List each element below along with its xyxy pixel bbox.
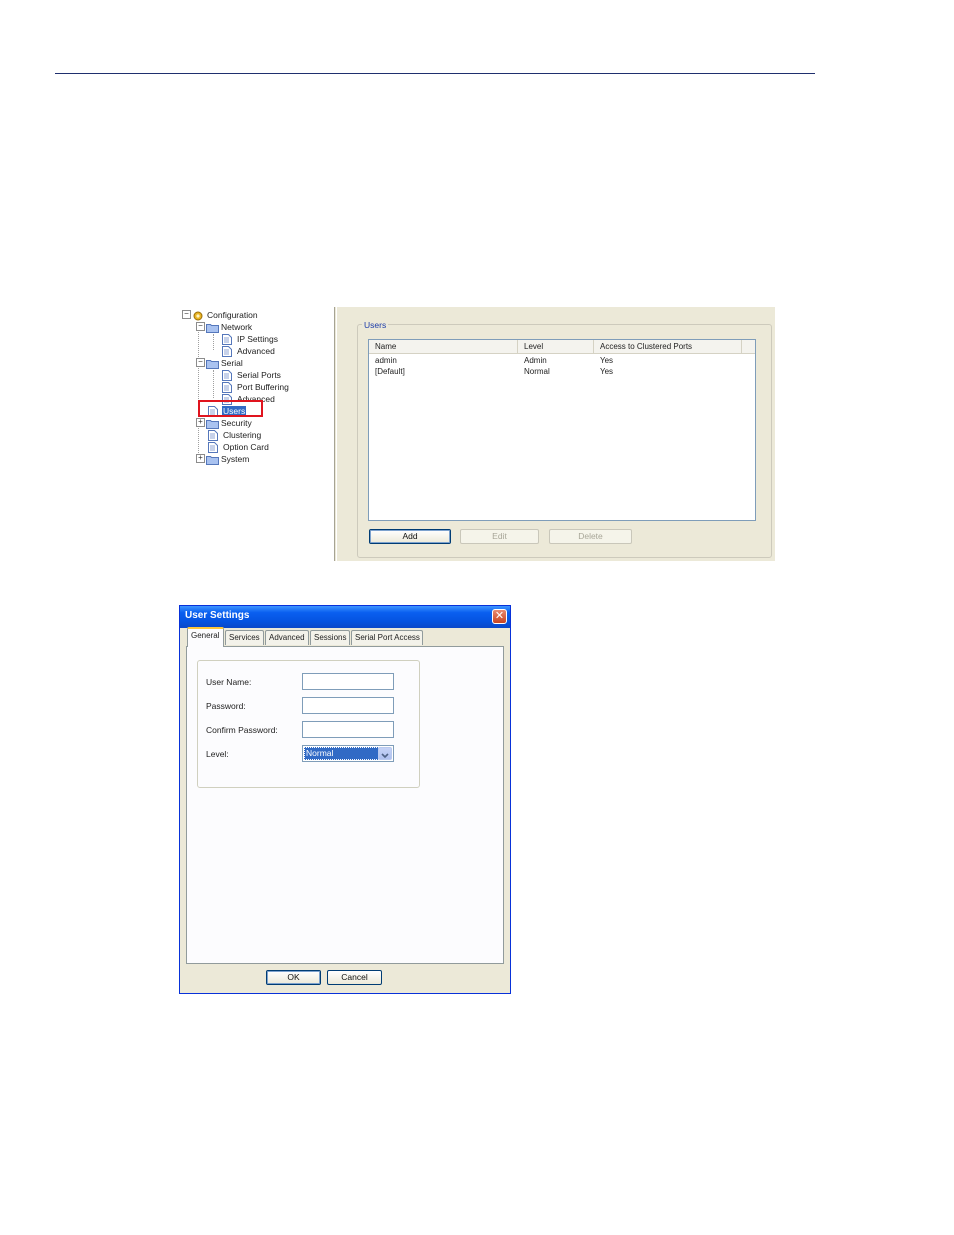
tab-general[interactable]: General — [187, 627, 224, 647]
table-row[interactable]: [Default] Normal Yes — [369, 366, 742, 377]
configuration-icon — [192, 310, 203, 321]
tree-connector — [213, 370, 214, 398]
ok-button[interactable]: OK — [266, 970, 321, 985]
edit-user-button[interactable]: Edit — [460, 529, 539, 544]
expand-toggle[interactable]: + — [196, 454, 205, 463]
folder-icon — [206, 418, 219, 429]
column-header-access[interactable]: Access to Clustered Ports — [594, 340, 742, 353]
tree-item-label: Advanced — [237, 345, 275, 356]
close-button[interactable]: ✕ — [492, 609, 507, 624]
tab-serial-port-access[interactable]: Serial Port Access — [351, 630, 423, 645]
column-header-level[interactable]: Level — [518, 340, 594, 353]
level-dropdown-button[interactable] — [378, 747, 392, 760]
tree-item-label: Option Card — [223, 441, 269, 452]
level-label: Level: — [206, 749, 229, 759]
tree-item-label: Configuration — [207, 309, 258, 320]
page-icon — [222, 381, 233, 393]
tree-item-serial[interactable]: Serial — [206, 357, 244, 369]
tree-item-option-card[interactable]: Option Card — [208, 441, 270, 453]
tree-connector — [198, 322, 199, 463]
cell-name: admin — [375, 356, 397, 365]
tree-item-label: IP Settings — [237, 333, 278, 344]
cell-access: Yes — [600, 356, 614, 365]
folder-icon — [206, 358, 219, 369]
tree-item-label: System — [221, 453, 250, 464]
dialog-titlebar[interactable]: User Settings ✕ — [180, 606, 510, 628]
collapse-toggle[interactable]: − — [196, 322, 205, 331]
confirm-password-input[interactable] — [302, 721, 394, 738]
page-icon — [208, 429, 219, 441]
close-icon: ✕ — [494, 610, 505, 622]
folder-icon — [206, 322, 219, 333]
password-input[interactable] — [302, 697, 394, 714]
tree-item-serial-ports[interactable]: Serial Ports — [222, 369, 282, 381]
user-name-input[interactable] — [302, 673, 394, 690]
page-icon — [222, 369, 233, 381]
confirm-password-label: Confirm Password: — [206, 725, 278, 735]
page-icon — [222, 333, 233, 345]
tree-item-label: Port Buffering — [237, 381, 289, 392]
tree-item-label: Serial — [221, 357, 243, 368]
expand-toggle[interactable]: + — [196, 418, 205, 427]
add-user-button[interactable]: Add — [369, 529, 451, 544]
tree-item-label: Serial Ports — [237, 369, 281, 380]
delete-user-button[interactable]: Delete — [549, 529, 632, 544]
users-group-title: Users — [362, 320, 389, 330]
cell-level: Admin — [524, 356, 547, 365]
user-name-label: User Name: — [206, 677, 252, 687]
column-header-name[interactable]: Name — [369, 340, 518, 353]
level-selected-value: Normal — [304, 747, 379, 760]
password-label: Password: — [206, 701, 246, 711]
collapse-toggle[interactable]: − — [182, 310, 191, 319]
tree-item-configuration[interactable]: Configuration — [192, 309, 259, 321]
tree-item-network-advanced[interactable]: Advanced — [222, 345, 276, 357]
cell-level: Normal — [524, 367, 550, 376]
page-icon — [208, 441, 219, 453]
cell-name: [Default] — [375, 367, 405, 376]
tree-item-label: Network — [221, 321, 253, 332]
tree-item-ip-settings[interactable]: IP Settings — [222, 333, 279, 345]
level-select[interactable]: Normal — [302, 745, 394, 762]
tree-connector — [213, 334, 214, 350]
tree-item-label: Security — [221, 417, 252, 428]
dialog-title: User Settings — [185, 610, 250, 621]
tree-item-network[interactable]: Network — [206, 321, 253, 333]
pane-splitter[interactable] — [334, 307, 337, 561]
highlight-box — [198, 400, 263, 417]
tab-advanced[interactable]: Advanced — [265, 630, 309, 645]
cancel-button[interactable]: Cancel — [327, 970, 382, 985]
folder-icon — [206, 454, 219, 465]
header-rule — [55, 73, 815, 74]
chevron-down-icon — [381, 753, 389, 759]
tree-item-security[interactable]: Security — [206, 417, 253, 429]
tree-item-label: Clustering — [223, 429, 262, 440]
tab-sessions[interactable]: Sessions — [310, 630, 350, 645]
collapse-toggle[interactable]: − — [196, 358, 205, 367]
cell-access: Yes — [600, 367, 614, 376]
tree-item-system[interactable]: System — [206, 453, 250, 465]
tree-item-port-buffering[interactable]: Port Buffering — [222, 381, 290, 393]
page-icon — [222, 345, 233, 357]
tab-services[interactable]: Services — [225, 630, 264, 645]
tree-item-clustering[interactable]: Clustering — [208, 429, 262, 441]
table-row[interactable]: admin Admin Yes — [369, 355, 742, 366]
users-list[interactable]: Name Level Access to Clustered Ports adm… — [368, 339, 756, 521]
users-list-header: Name Level Access to Clustered Ports — [369, 340, 755, 354]
